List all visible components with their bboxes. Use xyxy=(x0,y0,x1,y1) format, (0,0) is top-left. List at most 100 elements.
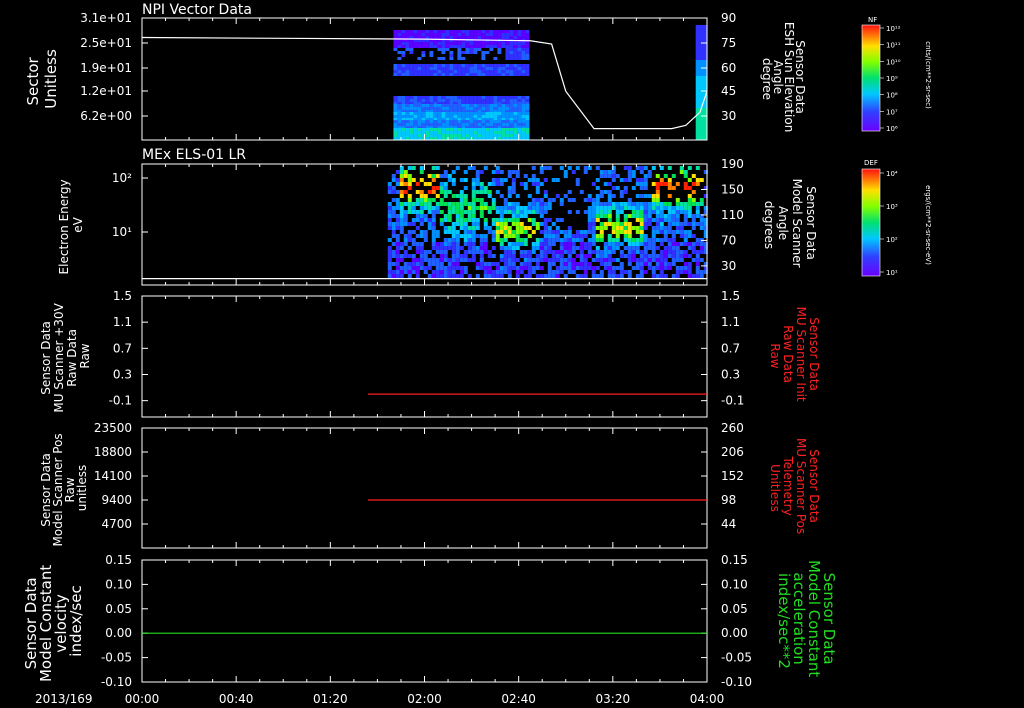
spectrogram-cell xyxy=(399,230,404,234)
spectrogram-cell xyxy=(429,45,434,48)
spectrogram-cell xyxy=(441,30,446,33)
spectrogram-cell xyxy=(603,214,608,218)
spectrogram-cell xyxy=(477,104,482,107)
spectrogram-cell xyxy=(431,214,436,218)
spectrogram-cell xyxy=(583,234,588,238)
spectrogram-cell xyxy=(527,210,532,214)
spectrogram-cell xyxy=(489,128,494,131)
spectrogram-cell xyxy=(531,166,536,170)
spectrogram-cell xyxy=(467,214,472,218)
panel-model-scanner-pos: 23500188001410094004700 2602061529844 Se… xyxy=(39,421,821,549)
spectrogram-cell xyxy=(395,234,400,238)
spectrogram-cell xyxy=(483,274,488,278)
spectrogram-cell xyxy=(515,174,520,178)
spectrogram-cell xyxy=(487,254,492,258)
spectrogram-cell xyxy=(667,266,672,270)
spectrogram-cell xyxy=(591,210,596,214)
spectrogram-cell xyxy=(457,73,462,76)
spectrogram-cell xyxy=(439,218,444,222)
panel-mu-scanner-30v: 1.51.10.70.3-0.1 1.51.10.70.3-0.1 Sensor… xyxy=(39,289,821,418)
spectrogram-cell xyxy=(619,206,624,210)
spectrogram-cell xyxy=(523,206,528,210)
spectrogram-cell xyxy=(437,73,442,76)
spectrogram-cell xyxy=(599,174,604,178)
spectrogram-cell xyxy=(437,64,442,67)
spectrogram-cell xyxy=(443,250,448,254)
spectrogram-cell xyxy=(651,230,656,234)
spectrogram-cell xyxy=(387,270,392,274)
spectrogram-cell xyxy=(679,226,684,230)
spectrogram-cell xyxy=(447,242,452,246)
spectrogram-cell xyxy=(675,270,680,274)
spectrogram-cell xyxy=(497,120,502,123)
spectrogram-cell xyxy=(497,104,502,107)
spectrogram-cell xyxy=(667,230,672,234)
spectrogram-cell xyxy=(419,250,424,254)
spectrogram-cell xyxy=(461,131,466,134)
spectrogram-cell xyxy=(487,262,492,266)
y-tick-label: 10² xyxy=(112,171,132,185)
spectrogram-cell xyxy=(393,107,398,110)
spectrogram-cell xyxy=(413,112,418,115)
spectrogram-cell xyxy=(663,258,668,262)
spectrogram-cell xyxy=(631,250,636,254)
spectrogram-cell xyxy=(591,218,596,222)
spectrogram-cell xyxy=(583,266,588,270)
spectrogram-cell xyxy=(521,67,526,70)
spectrogram-cell xyxy=(453,54,458,57)
spectrogram-cell xyxy=(493,115,498,118)
spectrogram-cell xyxy=(531,174,536,178)
spectrogram-cell xyxy=(571,266,576,270)
spectrogram-cell xyxy=(627,250,632,254)
spectrogram-cell xyxy=(667,238,672,242)
spectrogram-cell xyxy=(505,115,510,118)
spectrogram-cell xyxy=(465,45,470,48)
spectrogram-cell xyxy=(663,238,668,242)
spectrogram-cell xyxy=(619,254,624,258)
spectrogram-cell xyxy=(435,262,440,266)
spectrogram-cell xyxy=(521,112,526,115)
spectrogram-cell xyxy=(395,254,400,258)
spectrogram-cell xyxy=(587,254,592,258)
spectrogram-cell xyxy=(427,206,432,210)
spectrogram-cell xyxy=(447,262,452,266)
spectrogram-cell xyxy=(643,270,648,274)
x-tick-label: 01:20 xyxy=(313,692,348,706)
spectrogram-cell xyxy=(655,194,660,198)
spectrogram-cell xyxy=(391,222,396,226)
y-right-tick-label: 0.7 xyxy=(721,341,740,355)
spectrogram-cell xyxy=(663,234,668,238)
spectrogram-cell xyxy=(651,238,656,242)
spectrogram-cell xyxy=(647,170,652,174)
spectrogram-cell xyxy=(443,258,448,262)
spectrogram-cell xyxy=(407,210,412,214)
y-ticks: 10²10¹ xyxy=(112,171,148,239)
spectrogram-cell xyxy=(491,230,496,234)
spectrogram-cell xyxy=(611,246,616,250)
colorbar-tick-label: 10⁴ xyxy=(886,170,898,178)
spectrogram-cell xyxy=(409,33,414,36)
spectrogram-cell xyxy=(413,107,418,110)
spectrogram-cell xyxy=(399,166,404,170)
spectrogram-cell xyxy=(461,107,466,110)
spectrogram-cell xyxy=(449,112,454,115)
spectrogram-cell xyxy=(671,186,676,190)
spectrogram-cell xyxy=(475,222,480,226)
spectrogram-cell xyxy=(439,222,444,226)
spectrogram-cell xyxy=(643,194,648,198)
spectrogram-cell xyxy=(651,166,656,170)
spectrogram-cell xyxy=(479,250,484,254)
spectrogram-cell xyxy=(503,250,508,254)
spectrogram-cell xyxy=(567,270,572,274)
spectrogram-cell xyxy=(433,45,438,48)
spectrogram-cell xyxy=(599,194,604,198)
spectrogram-cell xyxy=(423,254,428,258)
spectrogram-cell xyxy=(631,186,636,190)
spectrogram-cell xyxy=(433,57,438,60)
spectrogram-cell xyxy=(623,246,628,250)
spectrogram-cell xyxy=(521,42,526,45)
spectrogram-cell xyxy=(477,128,482,131)
spectrogram-cell xyxy=(485,104,490,107)
spectrogram-cell xyxy=(563,174,568,178)
spectrogram-cell xyxy=(695,178,700,182)
